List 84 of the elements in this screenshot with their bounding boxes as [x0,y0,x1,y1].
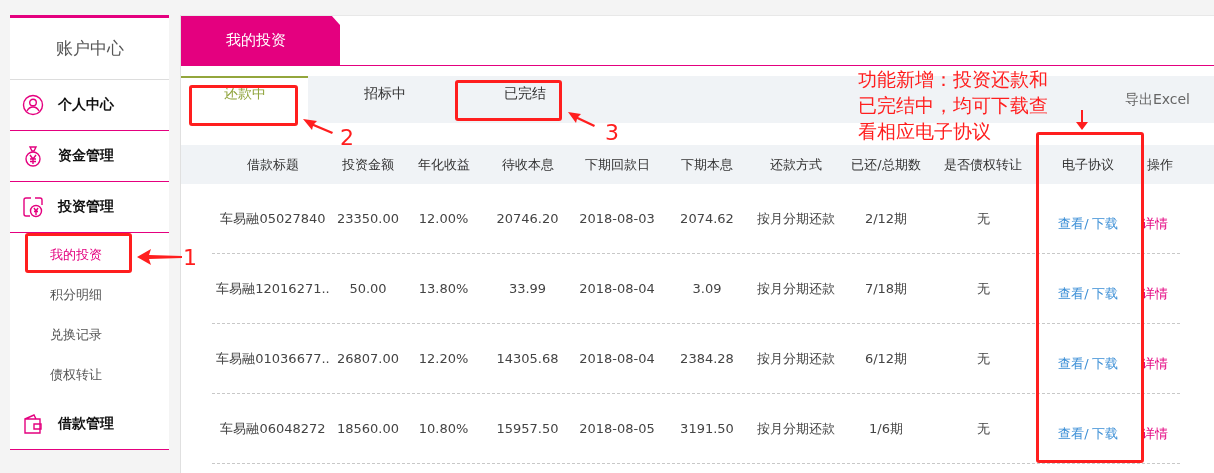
person-icon [22,94,44,116]
table-cell-text: 14305.68 [495,350,560,368]
view-link[interactable]: 查看 [1058,214,1085,233]
export-link[interactable]: 导出Excel [1124,90,1190,109]
table-cell-text: 20746.20 [495,210,560,228]
link-separator: / [1084,426,1089,441]
callout-number: 3 [605,122,619,144]
arrow-icon [1076,110,1088,130]
view-link[interactable]: 查看 [1058,284,1085,303]
callout-number: 2 [340,127,354,149]
table-cell-text: 2384.28 [679,350,735,368]
sidebar-section-label[interactable]: 个人中心 [58,96,114,114]
arrow-icon [568,112,595,127]
sidebar-item[interactable]: 兑换记录 [50,326,102,344]
link-separator: / [1084,356,1089,371]
tab[interactable]: 招标中 [321,76,448,123]
column-header: 是否债权转让 [943,155,1023,174]
wallet-icon [22,413,44,435]
table-cell-text: 33.99 [507,280,548,298]
table-cell-text: 无 [975,349,991,368]
tab[interactable]: 已完结 [461,76,588,123]
column-header: 投资金额 [341,155,395,174]
column-header: 已还/总期数 [850,155,922,174]
callout-number: 1 [183,247,197,269]
sidebar-title: 账户中心 [10,18,169,80]
table-cell-text: 2/12期 [863,209,909,228]
table-cell-text: 无 [975,419,991,438]
table-cell-text: 23350.00 [336,210,400,228]
table-cell-text: 3191.50 [679,420,735,438]
table-cell-text: 6/12期 [863,349,909,368]
table-cell-text: 12.00% [417,210,470,228]
table-cell-text: 7/18期 [863,279,909,298]
arrow-icon [303,119,333,134]
view-link[interactable]: 查看 [1058,424,1085,443]
column-header: 年化收益 [416,155,471,174]
table-cell-text: 按月分期还款 [756,349,836,368]
table-cell-text: 按月分期还款 [756,209,836,228]
annotation-note: 功能新增：投资还款和已完结中，均可下载查看相应电子协议 [858,67,1049,144]
download-link[interactable]: 下载 [1091,214,1118,233]
document-coin-icon [22,196,44,218]
column-header: 下期回款日 [583,155,651,174]
table-cell-text: 按月分期还款 [756,279,836,298]
table-cell-text: 2018-08-03 [578,210,656,228]
column-header: 还款方式 [769,155,823,174]
download-link[interactable]: 下载 [1091,284,1118,303]
table-cell-text: 15957.50 [495,420,560,438]
table-cell-text: 26807.00 [336,350,400,368]
sidebar-item[interactable]: 我的投资 [50,246,102,264]
table-cell-text: 车易融01036677.. [215,349,331,368]
sidebar-item[interactable]: 债权转让 [50,366,102,384]
view-link[interactable]: 查看 [1058,354,1085,373]
table-cell-text: 12.20% [417,350,470,368]
table-cell-text: 18560.00 [336,420,400,438]
table-cell-text: 50.00 [348,280,388,298]
table-cell-text: 无 [975,279,991,298]
column-header: 下期本息 [680,155,734,174]
link-separator: / [1084,216,1089,231]
table-cell-text: 车易融06048272 [219,419,327,438]
table-cell-text: 2018-08-05 [578,420,656,438]
sidebar-item[interactable]: 积分明细 [50,286,102,304]
sidebar-section-label[interactable]: 投资管理 [58,198,114,216]
table-cell-text: 3.09 [691,280,723,298]
download-link[interactable]: 下载 [1091,354,1118,373]
sidebar-section-label[interactable]: 借款管理 [58,415,114,433]
table-cell-text: 按月分期还款 [756,419,836,438]
table-cell-text: 2018-08-04 [578,350,656,368]
table-cell-text: 车易融12016271.. [215,279,331,298]
table-cell-text: 10.80% [417,420,470,438]
link-separator: / [1084,286,1089,301]
sidebar-section-label[interactable]: 资金管理 [58,147,114,165]
column-header: 待收本息 [500,155,555,174]
download-link[interactable]: 下载 [1091,424,1118,443]
table-cell-text: 2074.62 [679,210,735,228]
tab[interactable]: 我的投资 [181,16,340,65]
table-cell-text: 车易融05027840 [219,209,327,228]
table-cell-text: 1/6期 [868,419,904,438]
table-cell-text: 无 [975,209,991,228]
table-cell-text: 2018-08-04 [578,280,656,298]
column-header: 操作 [1146,155,1174,174]
arrow-icon [137,249,182,265]
column-header: 借款标题 [246,155,300,174]
column-header: 电子协议 [1061,155,1115,174]
table-cell-text: 13.80% [417,280,470,298]
money-bag-icon [22,145,44,167]
